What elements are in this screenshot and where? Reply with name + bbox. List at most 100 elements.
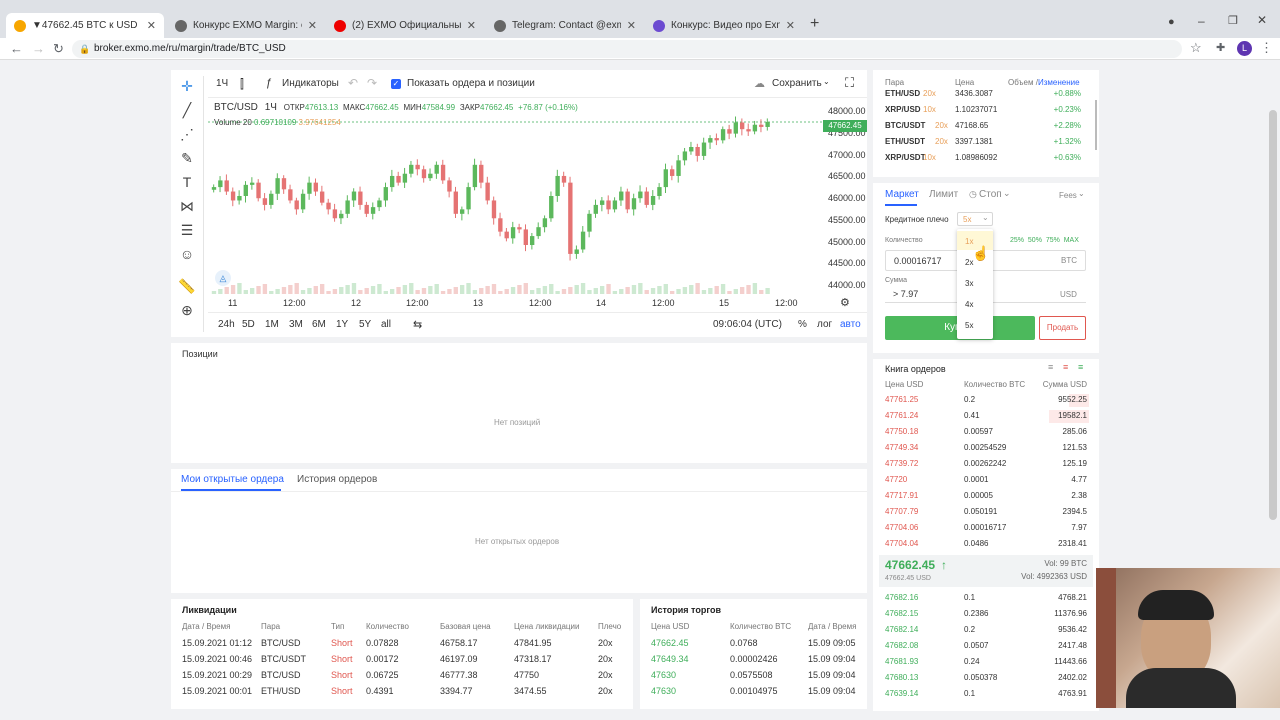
book-view-bids-icon[interactable]: ≡	[1078, 362, 1083, 372]
measure-lines-icon[interactable]: ☰	[176, 220, 198, 240]
tab-limit[interactable]: Лимит	[929, 189, 958, 200]
ask-price[interactable]: 47761.24	[885, 411, 918, 420]
timeframe-button[interactable]: 5Y	[359, 319, 371, 330]
leverage-option[interactable]: 5x	[957, 315, 993, 334]
timeframe-button[interactable]: 5D	[242, 319, 255, 330]
bid-price[interactable]: 47680.13	[885, 673, 918, 682]
preset-50[interactable]: 50%	[1028, 237, 1042, 244]
save-dropdown-icon[interactable]: ⌄	[823, 77, 830, 86]
extensions-icon[interactable]: ✚	[1216, 41, 1225, 54]
minimize-button[interactable]: –	[1198, 14, 1205, 28]
tab-close-icon[interactable]: ✕	[627, 19, 636, 32]
fees-button[interactable]: Fees	[1059, 191, 1077, 200]
back-icon[interactable]: ←	[10, 41, 23, 56]
ask-price[interactable]: 47750.18	[885, 427, 918, 436]
ask-price[interactable]: 47704.06	[885, 523, 918, 532]
new-tab-button[interactable]: +	[810, 15, 819, 33]
page-scrollbar[interactable]	[1269, 110, 1277, 520]
indicators-button[interactable]: Индикаторы	[282, 78, 339, 89]
zoom-icon[interactable]: ⊕	[176, 300, 198, 320]
leverage-option[interactable]: 4x	[957, 294, 993, 313]
bid-price[interactable]: 47639.14	[885, 689, 918, 698]
ask-price[interactable]: 47739.72	[885, 459, 918, 468]
indicators-icon[interactable]: ƒ	[266, 77, 272, 89]
ruler-icon[interactable]: 📏	[176, 276, 198, 296]
bid-price[interactable]: 47682.14	[885, 625, 918, 634]
candle-style-icon[interactable]: ⫿	[240, 77, 244, 92]
emoji-icon[interactable]: ☺	[176, 244, 198, 264]
tab-market[interactable]: Маркет	[885, 189, 919, 200]
pair-row[interactable]: ETH/USD 20x 3436.3087 +0.88%	[873, 88, 1093, 102]
volume-bar	[332, 289, 338, 294]
maximize-button[interactable]: ❐	[1228, 14, 1238, 27]
pair-row[interactable]: ETH/USDT 20x 3397.1381 +1.32%	[873, 136, 1093, 150]
timeframe-button[interactable]: 1Y	[336, 319, 348, 330]
ask-price[interactable]: 47749.34	[885, 443, 918, 452]
timeframe-button[interactable]: 3M	[289, 319, 303, 330]
avatar[interactable]: L	[1237, 41, 1252, 56]
timeframe-button[interactable]: 6M	[312, 319, 326, 330]
pattern-icon[interactable]: ⋈	[176, 196, 198, 216]
interval-button[interactable]: 1Ч	[216, 78, 228, 89]
date-range-icon[interactable]: ⇆	[413, 318, 422, 331]
redo-icon[interactable]: ↷	[367, 76, 377, 90]
leverage-select[interactable]: 5x ⌄	[957, 212, 993, 226]
ask-price[interactable]: 47761.25	[885, 395, 918, 404]
tab-search-icon[interactable]: ●	[1168, 16, 1175, 28]
preset-25[interactable]: 25%	[1010, 237, 1024, 244]
tab-close-icon[interactable]: ✕	[786, 19, 795, 32]
tab-close-icon[interactable]: ✕	[147, 19, 156, 32]
bid-price[interactable]: 47681.93	[885, 657, 918, 666]
price-chart[interactable]	[208, 98, 823, 294]
close-window-button[interactable]: ✕	[1257, 13, 1267, 27]
url-field[interactable]: 🔒 broker.exmo.me/ru/margin/trade/BTC_USD	[72, 40, 1182, 58]
leverage-option[interactable]: 3x	[957, 273, 993, 292]
show-orders-checkbox[interactable]: ✓	[391, 79, 401, 89]
chart-settings-icon[interactable]: ⚙	[840, 296, 850, 309]
browser-tab[interactable]: Telegram: Contact @exmomargin ✕	[486, 13, 644, 38]
timeframe-button[interactable]: 1M	[265, 319, 279, 330]
menu-dots-icon[interactable]: ⋮	[1260, 40, 1273, 56]
pair-row[interactable]: XRP/USD 10x 1.10237071 +0.23%	[873, 104, 1093, 118]
ask-price[interactable]: 47704.04	[885, 539, 918, 548]
forward-icon[interactable]: →	[32, 41, 45, 56]
browser-tab[interactable]: Конкурс: Видео про Exmo Marg ✕	[645, 13, 803, 38]
bid-price[interactable]: 47682.08	[885, 641, 918, 650]
pairs-scrollbar[interactable]	[1095, 100, 1097, 150]
tab-order-history[interactable]: История ордеров	[297, 474, 377, 485]
crosshair-icon[interactable]: ✛	[176, 76, 198, 96]
browser-tab[interactable]: (2) EXMO Официальный - YouTu ✕	[326, 13, 484, 38]
book-view-both-icon[interactable]: ≡	[1048, 362, 1053, 372]
brush-icon[interactable]: ✎	[176, 148, 198, 168]
fullscreen-icon[interactable]: ⛶	[845, 75, 854, 91]
tab-stop[interactable]: Стоп	[979, 189, 1002, 200]
trendline-icon[interactable]: ╱	[176, 100, 198, 120]
ask-price[interactable]: 47707.79	[885, 507, 918, 516]
text-icon[interactable]: T	[176, 172, 198, 192]
save-button[interactable]: Сохранить	[772, 78, 822, 89]
pair-row[interactable]: XRP/USDT 10x 1.08986092 +0.63%	[873, 152, 1093, 166]
percent-toggle[interactable]: %	[798, 319, 807, 330]
book-view-asks-icon[interactable]: ≡	[1063, 362, 1068, 372]
ask-price[interactable]: 47720	[885, 475, 907, 484]
sell-button[interactable]: Продать	[1039, 316, 1086, 340]
browser-tab[interactable]: Конкурс EXMO Margin: снимите ✕	[167, 13, 325, 38]
tab-close-icon[interactable]: ✕	[467, 19, 476, 32]
timeframe-button[interactable]: 24h	[218, 319, 235, 330]
fib-icon[interactable]: ⋰	[176, 124, 198, 144]
pair-row[interactable]: BTC/USDT 20x 47168.65 +2.28%	[873, 120, 1093, 134]
preset-max[interactable]: MAX	[1064, 237, 1079, 244]
reload-icon[interactable]: ↻	[53, 41, 64, 57]
auto-toggle[interactable]: авто	[840, 319, 861, 330]
bid-price[interactable]: 47682.15	[885, 609, 918, 618]
timeframe-button[interactable]: all	[381, 319, 391, 330]
undo-icon[interactable]: ↶	[348, 76, 358, 90]
tab-open-orders[interactable]: Мои открытые ордера	[181, 474, 284, 485]
tab-close-icon[interactable]: ✕	[308, 19, 317, 32]
log-toggle[interactable]: лог	[817, 319, 832, 330]
ask-price[interactable]: 47717.91	[885, 491, 918, 500]
preset-75[interactable]: 75%	[1046, 237, 1060, 244]
bid-price[interactable]: 47682.16	[885, 593, 918, 602]
bookmark-star-icon[interactable]: ☆	[1190, 40, 1202, 56]
browser-tab[interactable]: ▼47662.45 BTC к USD | EXMO M ✕	[6, 13, 164, 38]
